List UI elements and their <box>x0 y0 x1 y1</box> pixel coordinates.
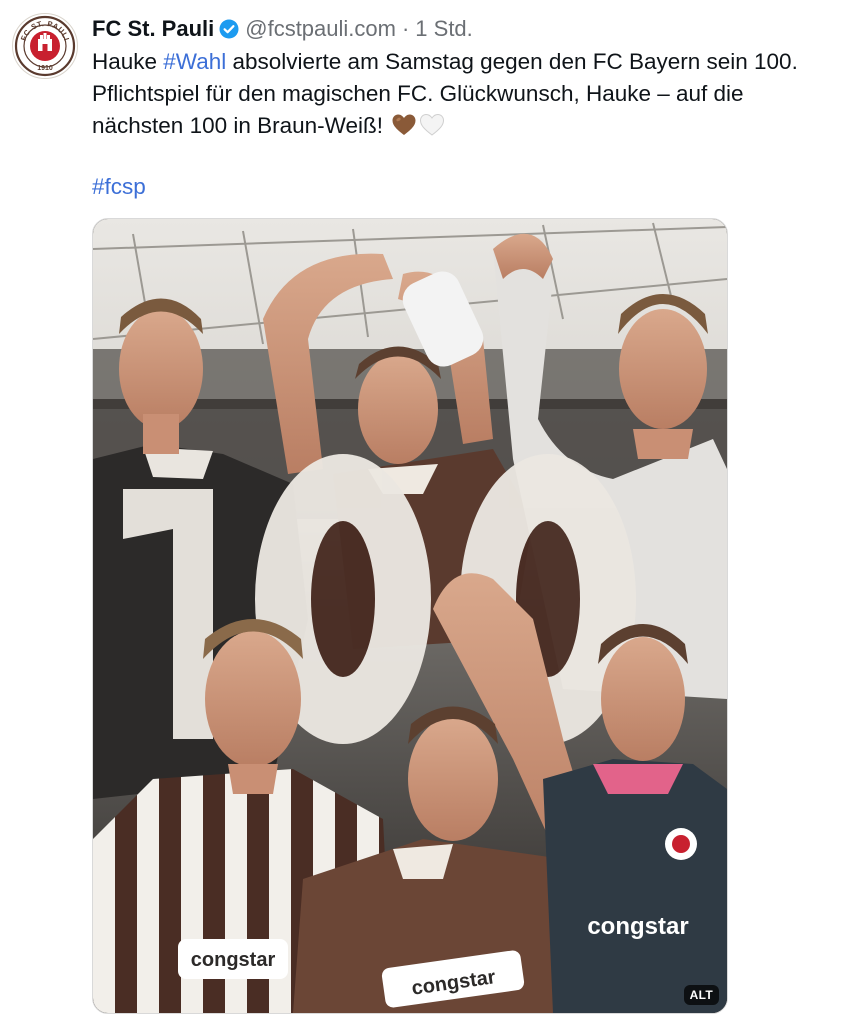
big-number-100 <box>123 454 636 744</box>
sponsor-logo-right: congstar <box>587 913 688 940</box>
post-line-3: nächsten 100 in Braun-Weiß! <box>92 110 856 142</box>
post-header: FC St. Pauli @fcstpauli.com · 1 Std. <box>92 12 473 46</box>
post-text-segment: nächsten 100 in Braun-Weiß! <box>92 113 383 138</box>
post-text: Hauke #Wahl absolvierte am Samstag gegen… <box>92 46 856 142</box>
hashtag-fcsp-line: #fcsp <box>92 171 146 203</box>
post-timestamp[interactable]: 1 Std. <box>415 16 472 42</box>
hashtag-wahl-link[interactable]: #Wahl <box>163 49 226 74</box>
user-handle[interactable]: @fcstpauli.com <box>245 16 396 42</box>
post-text-segment: absolvierte am Samstag gegen den FC Baye… <box>226 49 798 74</box>
post-line-1: Hauke #Wahl absolvierte am Samstag gegen… <box>92 46 856 78</box>
hashtag-fcsp-link[interactable]: #fcsp <box>92 174 146 199</box>
post-image[interactable]: 100 congstar congstar congstar ALT <box>92 218 728 1014</box>
verified-badge-icon <box>219 19 239 39</box>
celebration-graphic: 100 congstar congstar congstar <box>93 219 727 1013</box>
post-text-segment: Hauke <box>92 49 164 74</box>
post-line-2: Pflichtspiel für den magischen FC. Glück… <box>92 81 744 106</box>
sponsor-logo-left: congstar <box>191 949 276 971</box>
brown-heart-icon <box>392 114 416 135</box>
avatar[interactable]: FC ST. PAULI 1910 <box>12 13 78 79</box>
crest-year: 1910 <box>37 65 53 72</box>
white-heart-icon <box>420 113 445 136</box>
separator-dot: · <box>401 16 410 41</box>
display-name[interactable]: FC St. Pauli <box>92 16 214 42</box>
alt-text-button[interactable]: ALT <box>683 985 719 1005</box>
club-crest-icon: FC ST. PAULI 1910 <box>14 15 76 77</box>
